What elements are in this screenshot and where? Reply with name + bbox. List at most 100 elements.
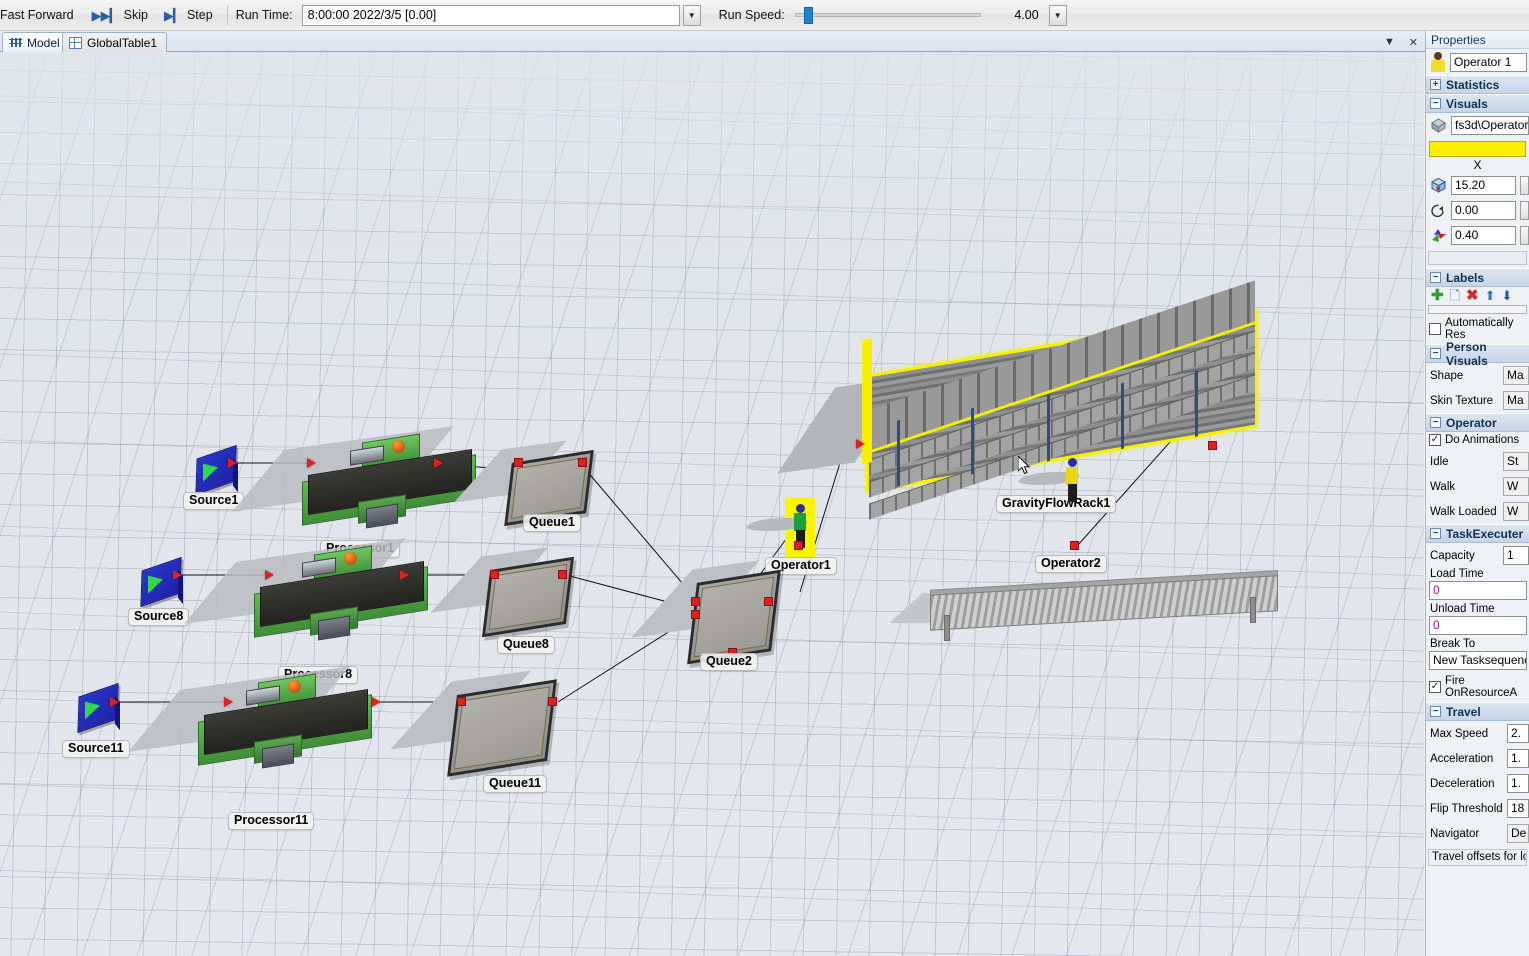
fast-forward-button[interactable]: Fast Forward bbox=[0, 3, 80, 27]
rack-output-port[interactable] bbox=[1208, 441, 1217, 450]
source8-output-port[interactable] bbox=[173, 570, 182, 580]
load-time-input[interactable]: 0 bbox=[1429, 581, 1527, 600]
delete-label-icon[interactable]: ✖ bbox=[1466, 288, 1479, 303]
expand-statistics-icon[interactable]: + bbox=[1430, 79, 1441, 90]
queue11-output-port[interactable] bbox=[548, 697, 557, 706]
idle-select[interactable]: St bbox=[1503, 452, 1529, 471]
conveyor-object[interactable] bbox=[889, 570, 1278, 641]
position-x-spinner[interactable] bbox=[1520, 176, 1529, 195]
processor1-object[interactable] bbox=[232, 426, 482, 534]
collapse-labels-icon[interactable]: − bbox=[1430, 272, 1441, 283]
queue11-object[interactable] bbox=[390, 670, 557, 777]
run-time-input[interactable]: 8:00:00 2022/3/5 [0.00] bbox=[301, 4, 680, 26]
size-x-input[interactable]: 0.40 bbox=[1451, 226, 1516, 245]
skin-texture-select[interactable]: Ma bbox=[1503, 391, 1529, 410]
position-x-input[interactable]: 15.20 bbox=[1451, 176, 1516, 195]
flip-threshold-input[interactable]: 18 bbox=[1507, 799, 1529, 818]
auto-reset-checkbox[interactable] bbox=[1429, 323, 1441, 335]
object-color-swatch[interactable] bbox=[1429, 141, 1526, 157]
collapse-person-visuals-icon[interactable]: − bbox=[1430, 348, 1441, 359]
collapse-operator-icon[interactable]: − bbox=[1430, 417, 1441, 428]
navigator-select[interactable]: De bbox=[1507, 824, 1529, 843]
section-travel[interactable]: − Travel bbox=[1426, 702, 1529, 721]
queue11-input-port[interactable] bbox=[457, 697, 466, 706]
operator2-object[interactable] bbox=[1011, 458, 1087, 506]
size-x-spinner[interactable] bbox=[1520, 226, 1529, 245]
run-time-dropdown-button[interactable]: ▼ bbox=[682, 4, 701, 26]
run-speed-slider[interactable] bbox=[794, 6, 981, 24]
gravity-flow-rack-object[interactable] bbox=[777, 280, 1258, 520]
rack-input-port[interactable] bbox=[856, 439, 865, 449]
model-3d-viewport[interactable]: GravityFlowRack1 Operator2 Operator1 Sou… bbox=[0, 52, 1424, 956]
section-statistics[interactable]: + Statistics bbox=[1426, 75, 1529, 94]
max-speed-input[interactable]: 2. bbox=[1507, 724, 1529, 743]
section-operator[interactable]: − Operator bbox=[1426, 413, 1529, 432]
walk-select[interactable]: W bbox=[1503, 477, 1529, 496]
processor11-object[interactable] bbox=[128, 666, 378, 774]
run-speed-dropdown-button[interactable]: ▼ bbox=[1048, 4, 1067, 26]
duplicate-label-icon[interactable]: 🗋 bbox=[1450, 289, 1460, 302]
conveyor-input-port[interactable] bbox=[1070, 541, 1079, 550]
queue2-input-port-a[interactable] bbox=[691, 597, 700, 606]
tab-globaltable1[interactable]: GlobalTable1 bbox=[62, 32, 168, 52]
queue1-output-port[interactable] bbox=[578, 458, 587, 467]
do-animations-row[interactable]: ✓ Do Animations bbox=[1426, 432, 1529, 449]
section-taskexecuter[interactable]: − TaskExecuter bbox=[1426, 524, 1529, 543]
break-to-select[interactable]: New Tasksequences bbox=[1429, 651, 1527, 670]
object-name-input[interactable]: Operator 1 bbox=[1450, 52, 1527, 72]
move-down-icon[interactable]: ⬇ bbox=[1502, 289, 1513, 302]
deceleration-input[interactable]: 1. bbox=[1507, 774, 1529, 793]
section-labels[interactable]: − Labels bbox=[1426, 268, 1529, 287]
fire-onresource-checkbox[interactable]: ✓ bbox=[1429, 681, 1441, 693]
section-taskexecuter-label: TaskExecuter bbox=[1446, 526, 1524, 541]
shape-path-row: fs3d\Operator\C bbox=[1426, 113, 1529, 138]
shape-path-input[interactable]: fs3d\Operator\C bbox=[1451, 116, 1529, 135]
queue2-input-port-b[interactable] bbox=[691, 610, 700, 619]
processor8-input-port[interactable] bbox=[265, 570, 274, 580]
collapse-travel-icon[interactable]: − bbox=[1430, 706, 1441, 717]
shape-3d-icon bbox=[1430, 117, 1447, 134]
add-label-icon[interactable]: ✚ bbox=[1431, 288, 1444, 303]
section-person-visuals[interactable]: − Person Visuals bbox=[1426, 340, 1529, 368]
rotation-x-spinner[interactable] bbox=[1520, 201, 1529, 220]
chevron-down-icon[interactable]: ▼ bbox=[1384, 36, 1395, 48]
do-animations-checkbox[interactable]: ✓ bbox=[1429, 434, 1441, 446]
processor11-input-port[interactable] bbox=[224, 697, 233, 707]
axis-header-x: X bbox=[1473, 158, 1482, 172]
collapse-taskexecuter-icon[interactable]: − bbox=[1430, 528, 1441, 539]
processor8-output-port[interactable] bbox=[400, 570, 409, 580]
source11-object[interactable] bbox=[77, 682, 124, 734]
source1-output-port[interactable] bbox=[228, 458, 237, 468]
operator1-port[interactable] bbox=[794, 541, 803, 550]
step-button[interactable]: ▶▎ Step bbox=[158, 3, 219, 27]
queue1-input-port[interactable] bbox=[514, 458, 523, 467]
section-visuals[interactable]: − Visuals bbox=[1426, 94, 1529, 113]
processor11-lamp-icon bbox=[288, 680, 301, 693]
processor1-output-port[interactable] bbox=[434, 458, 443, 468]
tab-globaltable1-label: GlobalTable1 bbox=[87, 35, 158, 50]
queue2-output-port[interactable] bbox=[764, 597, 773, 606]
run-speed-slider-thumb[interactable] bbox=[803, 7, 813, 24]
section-person-visuals-label: Person Visuals bbox=[1446, 339, 1488, 368]
navigator-row: Navigator De bbox=[1426, 821, 1529, 846]
queue2-object[interactable] bbox=[631, 560, 781, 665]
processor1-input-port[interactable] bbox=[307, 458, 316, 468]
label-queue2: Queue2 bbox=[700, 653, 758, 671]
unload-time-input[interactable]: 0 bbox=[1429, 616, 1527, 635]
collapse-visuals-icon[interactable]: − bbox=[1430, 98, 1441, 109]
tab-model[interactable]: Model bbox=[2, 32, 70, 52]
move-up-icon[interactable]: ⬆ bbox=[1485, 289, 1496, 302]
rotation-x-input[interactable]: 0.00 bbox=[1451, 201, 1516, 220]
source11-output-port[interactable] bbox=[110, 697, 119, 707]
skip-button[interactable]: ▶▶▎ Skip bbox=[86, 3, 154, 27]
shape-select[interactable]: Ma bbox=[1503, 366, 1529, 385]
queue8-input-port[interactable] bbox=[490, 570, 499, 579]
close-icon[interactable]: ✕ bbox=[1409, 36, 1418, 49]
capacity-input[interactable]: 1 bbox=[1503, 546, 1529, 565]
deceleration-row: Deceleration 1. bbox=[1426, 771, 1529, 796]
acceleration-input[interactable]: 1. bbox=[1507, 749, 1529, 768]
processor11-output-port[interactable] bbox=[372, 697, 381, 707]
fire-onresource-row[interactable]: ✓ Fire OnResourceA bbox=[1426, 673, 1529, 702]
queue8-output-port[interactable] bbox=[558, 570, 567, 579]
walk-loaded-select[interactable]: W bbox=[1503, 502, 1529, 521]
